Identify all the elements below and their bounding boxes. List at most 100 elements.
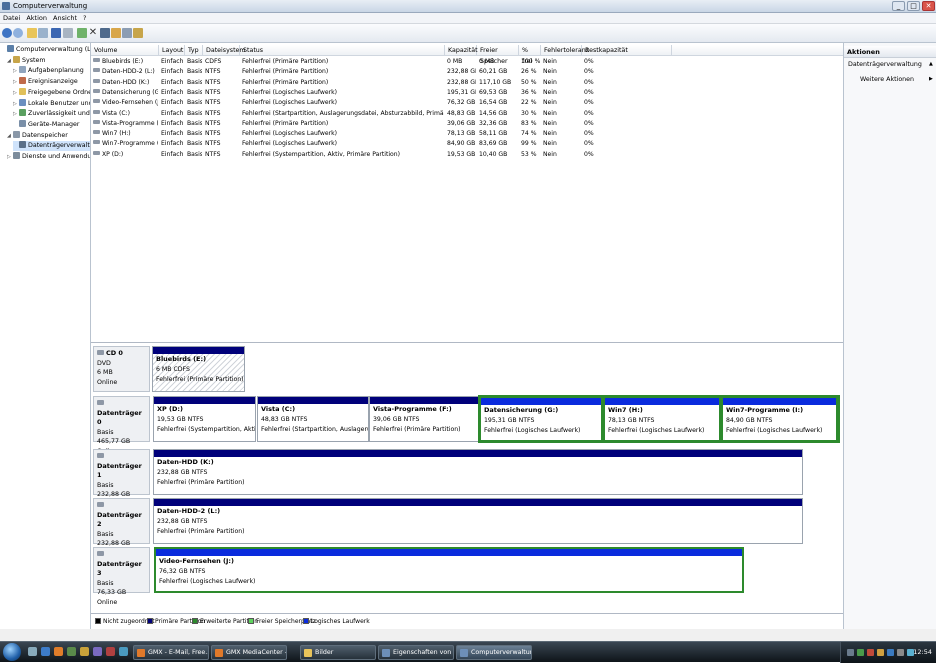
partition-body: Vista (C:) 48,83 GB NTFS Fehlerfrei (Start… bbox=[258, 404, 368, 441]
tree-item[interactable]: ◢ System bbox=[7, 55, 45, 66]
partition-block[interactable]: Win7-Programme (I:) 84,90 GB NTFS Fehlerfr… bbox=[721, 396, 838, 442]
taskbar-button[interactable]: Eigenschaften von F... bbox=[378, 645, 454, 660]
column-header[interactable]: Dateisystem bbox=[203, 45, 246, 56]
tree-item[interactable]: ▷ Aufgabenplanung bbox=[13, 66, 84, 76]
table-row[interactable]: Win7-Programme (I:)EinfachBasisNTFS Fehle… bbox=[91, 139, 843, 149]
tray-network-icon[interactable] bbox=[857, 649, 864, 656]
table-cell: 0% bbox=[584, 98, 671, 108]
properties-icon[interactable] bbox=[77, 28, 87, 38]
table-row[interactable]: Daten-HDD-2 (L:) Einfach Basis NTFS Fehlerfr… bbox=[91, 67, 843, 77]
quicklaunch-media-icon[interactable] bbox=[93, 647, 102, 656]
more-actions-link[interactable]: Weitere Aktionen bbox=[860, 76, 914, 83]
partition-block[interactable]: Vista-Programme (F:) 39,06 GB NTFS Fehlerf… bbox=[369, 396, 480, 442]
cell-text: 0% bbox=[584, 68, 594, 76]
table-row[interactable]: Video-Fernsehen (J:) Einfach Basis NTFS Fehl… bbox=[91, 98, 843, 108]
table-row[interactable]: Bluebirds (E:) Einfach Basis CDFS Fehlerfrei… bbox=[91, 57, 843, 67]
disk-label[interactable]: Datenträger 2Basis232,88 GBOnline bbox=[93, 498, 150, 557]
column-header[interactable]: Status bbox=[240, 45, 445, 56]
tree-item[interactable]: ▷ Freigegebene Ordner bbox=[13, 87, 90, 98]
table-row[interactable]: Daten-HDD (K:) Einfach Basis NTFS Fehlerfrei… bbox=[91, 78, 843, 88]
disk-label[interactable]: Datenträger 0Basis465,77 GBOnline bbox=[93, 396, 150, 455]
up-folder-icon[interactable] bbox=[27, 28, 37, 38]
quicklaunch-tool-icon[interactable] bbox=[106, 647, 115, 656]
search-icon[interactable] bbox=[122, 28, 132, 38]
table-cell: 22 % bbox=[521, 98, 540, 108]
partition-block[interactable]: Daten-HDD (K:) 232,88 GB NTFS Fehlerfrei (… bbox=[153, 449, 803, 495]
tray-security-icon[interactable] bbox=[867, 649, 874, 656]
column-header[interactable]: Kapazität bbox=[445, 45, 478, 56]
delete-icon[interactable]: ✕ bbox=[88, 28, 98, 38]
table-row[interactable]: Datensicherung (G:) Einfach Basis NTFS Fehle… bbox=[91, 88, 843, 98]
tree-item[interactable]: ▷Dienste und Anwendungen bbox=[7, 152, 90, 162]
tree-item[interactable]: ▷Zuverlässigkeit und Leistung bbox=[13, 109, 90, 119]
view-icon[interactable] bbox=[63, 28, 73, 38]
table-row[interactable]: XP (D:) Einfach Basis NTFS Fehlerfrei (Syste… bbox=[91, 150, 843, 160]
clock[interactable]: 12:54 bbox=[913, 648, 932, 656]
cell-text: Basis bbox=[187, 109, 202, 117]
tray-app-icon[interactable] bbox=[877, 649, 884, 656]
cell-text: Einfach bbox=[161, 150, 184, 158]
partition-block[interactable]: XP (D:) 19,53 GB NTFS Fehlerfrei (Systempa… bbox=[153, 396, 256, 442]
drive-icon bbox=[93, 68, 100, 73]
column-header[interactable]: Volume bbox=[91, 45, 159, 56]
partition-block[interactable]: Daten-HDD-2 (L:) 232,88 GB NTFS Fehlerfrei… bbox=[153, 498, 803, 544]
collapse-icon[interactable]: ▲ bbox=[929, 61, 933, 67]
column-header[interactable]: Typ bbox=[185, 45, 203, 56]
quicklaunch-firefox-icon[interactable] bbox=[54, 647, 63, 656]
table-row[interactable]: Vista-Programme (F:)EinfachBasisNTFS Fehl… bbox=[91, 119, 843, 129]
tree-item[interactable]: ▷ Ereignisanzeige bbox=[13, 77, 78, 87]
settings-icon[interactable] bbox=[133, 28, 143, 38]
table-row[interactable]: Vista (C:) Einfach Basis NTFS Fehlerfrei (St… bbox=[91, 109, 843, 119]
forward-icon[interactable] bbox=[13, 28, 23, 38]
quicklaunch-folder-icon[interactable] bbox=[80, 647, 89, 656]
menu-aktion[interactable]: Aktion bbox=[23, 13, 50, 23]
partition-block[interactable]: Datensicherung (G:) 195,31 GB NTFS Fehlerf… bbox=[479, 396, 603, 442]
disk-icon[interactable] bbox=[100, 28, 110, 38]
taskbar-button[interactable]: GMX MediaCenter - ... bbox=[211, 645, 287, 660]
column-header[interactable]: Layout bbox=[159, 45, 185, 56]
column-header[interactable]: Freier Speicher bbox=[477, 45, 519, 65]
partition-block[interactable]: Vista (C:) 48,83 GB NTFS Fehlerfrei (Start… bbox=[257, 396, 369, 442]
tray-expand-icon[interactable] bbox=[847, 649, 854, 656]
tray-misc-icon[interactable] bbox=[897, 649, 904, 656]
minimize-button[interactable]: _ bbox=[892, 1, 905, 11]
column-header[interactable]: Restkapazität bbox=[582, 45, 672, 56]
taskbar-button[interactable]: Computerverwaltung bbox=[456, 645, 532, 660]
table-cell: Basis bbox=[187, 139, 202, 149]
tree-item[interactable]: Geräte-Manager bbox=[13, 119, 79, 130]
taskbar-button[interactable]: Bilder bbox=[300, 645, 376, 660]
column-header[interactable]: Fehlertoleranz bbox=[541, 45, 589, 56]
quicklaunch-app-icon[interactable] bbox=[67, 647, 76, 656]
help-icon[interactable] bbox=[51, 28, 61, 38]
column-header[interactable]: % frei bbox=[519, 45, 541, 65]
partition-block[interactable]: Win7 (H:) 78,13 GB NTFS Fehlerfrei (Logisc… bbox=[603, 396, 721, 442]
menu-datei[interactable]: Datei bbox=[0, 13, 23, 23]
open-icon[interactable] bbox=[111, 28, 121, 38]
tray-volume-icon[interactable] bbox=[887, 649, 894, 656]
show-desktop-icon[interactable] bbox=[28, 647, 37, 656]
tree-item[interactable]: ◢ Datenspeicher bbox=[7, 130, 68, 141]
disk-label[interactable]: Datenträger 1Basis232,88 GBOnline bbox=[93, 449, 150, 508]
menu-ansicht[interactable]: Ansicht bbox=[50, 13, 80, 23]
table-row[interactable]: Win7 (H:) Einfach Basis NTFS Fehlerfrei (Log… bbox=[91, 129, 843, 139]
taskbar-button[interactable]: GMX - E-Mail, Free... bbox=[133, 645, 209, 660]
quicklaunch-ie-icon[interactable] bbox=[41, 647, 50, 656]
maximize-button[interactable]: □ bbox=[907, 1, 920, 11]
tree-item[interactable]: ▷Lokale Benutzer und Gruppen bbox=[13, 98, 90, 109]
partition-block[interactable]: Bluebirds (E:) 6 MB CDFS Fehlerfrei (Primä… bbox=[152, 346, 245, 392]
tree-item[interactable]: Datenträgerverwaltung bbox=[13, 141, 90, 152]
quicklaunch-extra-icon[interactable] bbox=[119, 647, 128, 656]
actions-section-title[interactable]: Datenträgerverwaltung bbox=[848, 61, 922, 68]
back-icon[interactable] bbox=[2, 28, 12, 38]
menu-help[interactable]: ? bbox=[80, 13, 89, 23]
partition-status: Fehlerfrei (Primäre Partition) bbox=[156, 376, 244, 383]
disk-label[interactable]: Datenträger 3 Basis 76,33 GB Online bbox=[93, 547, 150, 606]
table-cell: NTFS bbox=[205, 139, 239, 149]
show-tree-icon[interactable] bbox=[38, 28, 48, 38]
disk-label[interactable]: CD 0 DVD 6 MB Online bbox=[93, 346, 150, 392]
start-button[interactable] bbox=[3, 643, 21, 661]
partition-block[interactable]: Video-Fernsehen (J:) 76,32 GB NTFS Fehlerf… bbox=[154, 547, 744, 593]
table-cell: 0% bbox=[584, 67, 671, 77]
close-button[interactable]: ✕ bbox=[922, 1, 935, 11]
tree-item[interactable]: Computerverwaltung (Lokal) bbox=[1, 45, 90, 55]
